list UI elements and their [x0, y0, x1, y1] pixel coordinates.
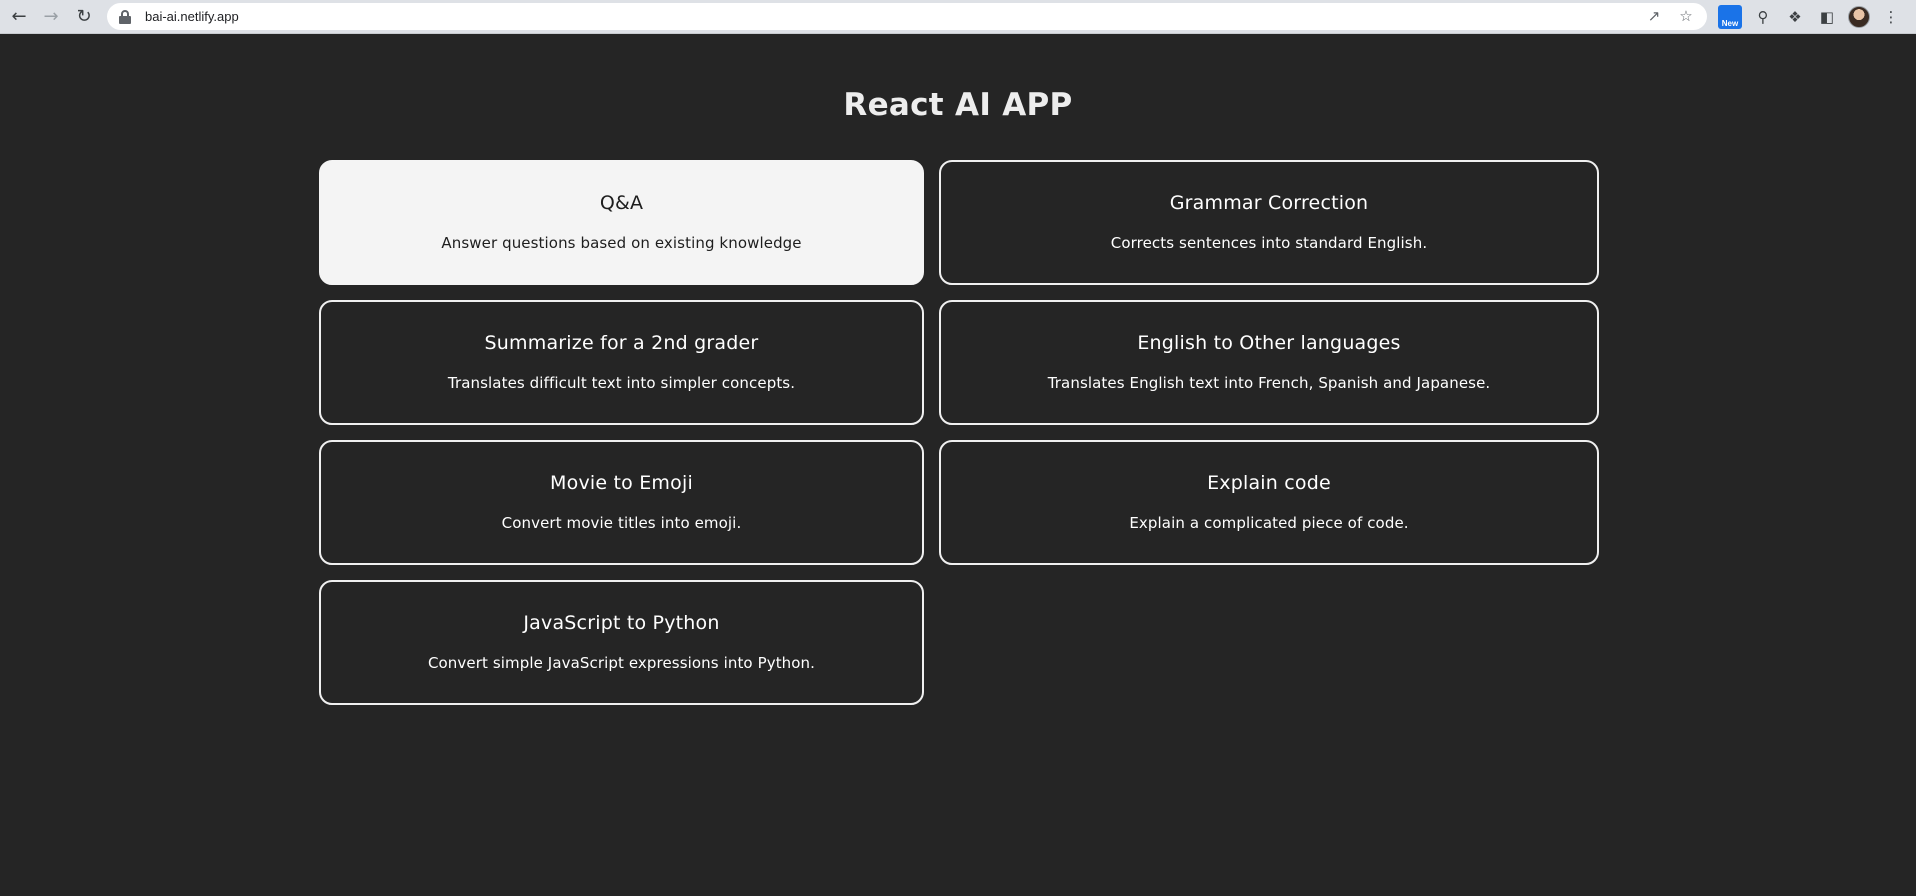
more-menu-icon[interactable]: ⋮ — [1880, 6, 1902, 28]
extension-new-icon[interactable]: New — [1718, 5, 1742, 29]
bookmark-star-icon[interactable]: ☆ — [1677, 7, 1695, 25]
browser-toolbar: ← → ↻ bai-ai.netlify.app ↗ ☆ New ⚲ ❖ ◧ ⋮ — [0, 0, 1916, 34]
extension-badge: New — [1721, 19, 1739, 28]
card-description: Explain a complicated piece of code. — [1129, 514, 1409, 532]
card-description: Corrects sentences into standard English… — [1110, 234, 1428, 252]
card-explain-code[interactable]: Explain code Explain a complicated piece… — [939, 440, 1599, 565]
card-javascript-to-python[interactable]: JavaScript to Python Convert simple Java… — [319, 580, 924, 705]
card-title: Grammar Correction — [1169, 192, 1369, 214]
address-bar[interactable]: bai-ai.netlify.app ↗ ☆ — [107, 3, 1707, 30]
card-qa[interactable]: Q&A Answer questions based on existing k… — [319, 160, 924, 285]
card-title: English to Other languages — [1137, 332, 1401, 354]
card-title: Explain code — [1207, 472, 1331, 494]
map-pin-extension-icon[interactable]: ⚲ — [1752, 6, 1774, 28]
card-title: Q&A — [599, 192, 644, 214]
back-icon[interactable]: ← — [6, 4, 32, 30]
puzzle-extensions-icon[interactable]: ❖ — [1784, 6, 1806, 28]
page-title: React AI APP — [843, 87, 1073, 123]
card-english-to-other-languages[interactable]: English to Other languages Translates En… — [939, 300, 1599, 425]
forward-icon[interactable]: → — [38, 4, 64, 30]
profile-avatar[interactable] — [1848, 6, 1870, 28]
card-summarize-2nd-grader[interactable]: Summarize for a 2nd grader Translates di… — [319, 300, 924, 425]
url-text[interactable]: bai-ai.netlify.app — [145, 9, 239, 24]
share-icon[interactable]: ↗ — [1645, 7, 1663, 25]
feature-card-grid: Q&A Answer questions based on existing k… — [319, 160, 1599, 705]
reload-icon[interactable]: ↻ — [71, 4, 97, 30]
card-description: Convert movie titles into emoji. — [501, 514, 742, 532]
card-description: Answer questions based on existing knowl… — [441, 234, 802, 252]
card-grammar-correction[interactable]: Grammar Correction Corrects sentences in… — [939, 160, 1599, 285]
card-description: Translates English text into French, Spa… — [1047, 374, 1491, 392]
card-title: Summarize for a 2nd grader — [484, 332, 759, 354]
card-movie-to-emoji[interactable]: Movie to Emoji Convert movie titles into… — [319, 440, 924, 565]
card-title: Movie to Emoji — [550, 472, 693, 494]
app-page: React AI APP Q&A Answer questions based … — [0, 35, 1916, 896]
card-title: JavaScript to Python — [523, 612, 720, 634]
card-description: Convert simple JavaScript expressions in… — [427, 654, 816, 672]
card-description: Translates difficult text into simpler c… — [447, 374, 796, 392]
lock-icon[interactable] — [119, 9, 131, 24]
side-panel-icon[interactable]: ◧ — [1816, 6, 1838, 28]
